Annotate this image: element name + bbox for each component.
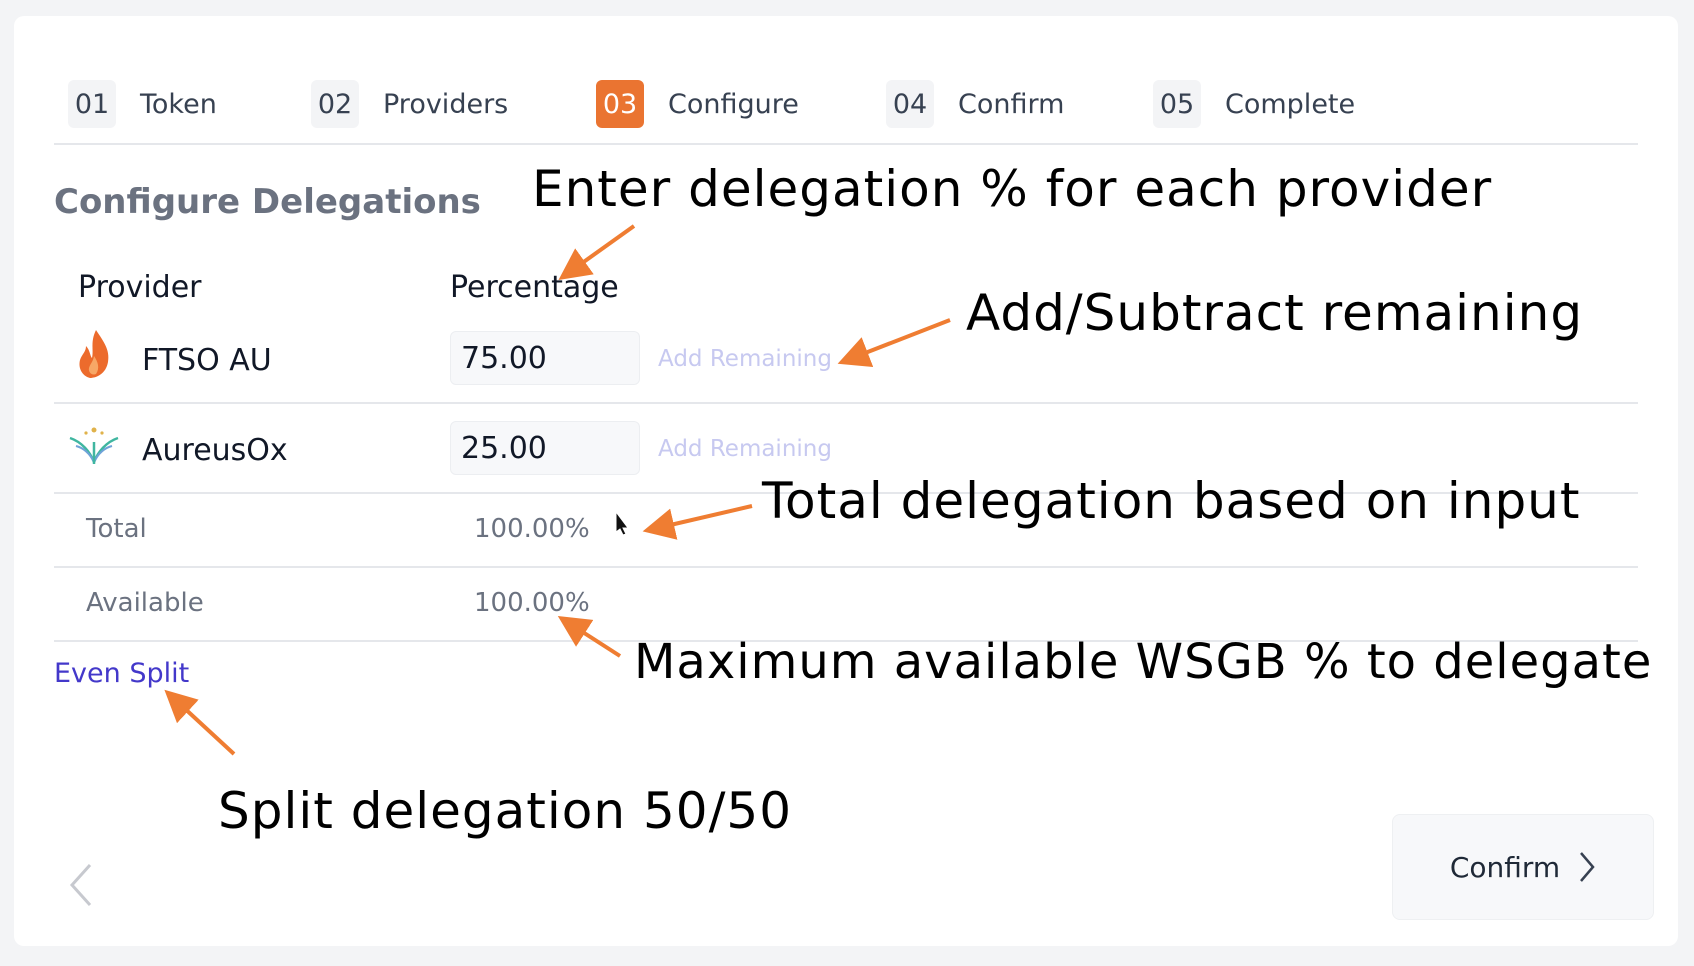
confirm-button[interactable]: Confirm bbox=[1392, 814, 1654, 920]
confirm-button-label: Confirm bbox=[1449, 850, 1561, 884]
annotation-max-available: Maximum available WSGB % to delegate bbox=[634, 634, 1653, 690]
annotation-split: Split delegation 50/50 bbox=[218, 782, 793, 840]
annotation-enter-delegation: Enter delegation % for each provider bbox=[532, 160, 1493, 218]
arrow-to-available bbox=[557, 616, 622, 658]
annotation-total-delegation: Total delegation based on input bbox=[762, 472, 1581, 530]
arrow-to-total bbox=[642, 504, 753, 540]
arrow-to-add-remaining bbox=[837, 318, 951, 368]
arrow-to-percentage bbox=[558, 224, 636, 280]
chevron-right-icon bbox=[1580, 852, 1595, 882]
arrow-to-even-split bbox=[164, 689, 236, 756]
annotation-add-subtract: Add/Subtract remaining bbox=[966, 284, 1584, 342]
back-chevron-icon[interactable] bbox=[68, 862, 94, 912]
